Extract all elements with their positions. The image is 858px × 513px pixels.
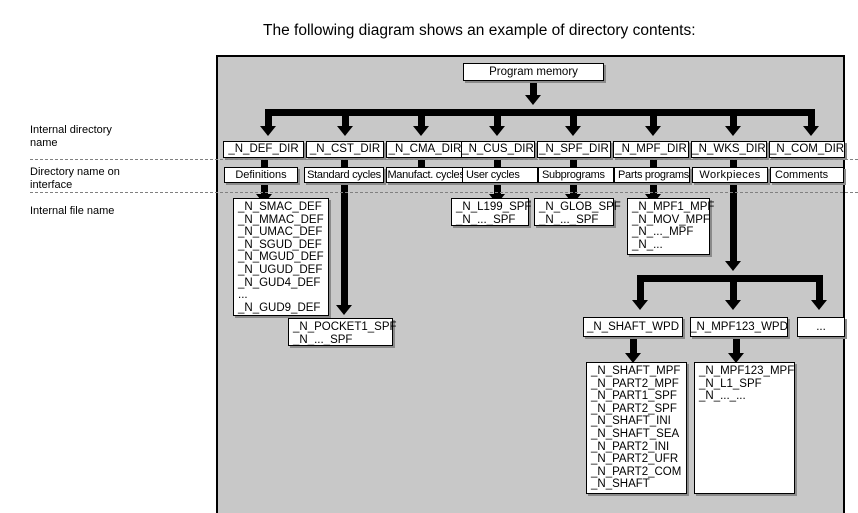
file-list-spf[interactable]: _N_GLOB_SPF _N_..._SPF xyxy=(534,198,621,226)
diagram-root: The following diagram shows an example o… xyxy=(0,0,858,513)
dir-arrowhead-1 xyxy=(337,126,353,136)
wks-arrowhead xyxy=(725,261,741,271)
cst-arrowhead xyxy=(336,305,352,315)
page-title: The following diagram shows an example o… xyxy=(263,22,696,39)
annotation-directory-name-on-interface: Directory name on interface xyxy=(30,166,120,191)
workpiece-box-2[interactable]: ... xyxy=(797,317,845,337)
wpd-arrowhead-1 xyxy=(725,300,741,310)
dir-arrowhead-0 xyxy=(260,126,276,136)
annotation-internal-file-name: Internal file name xyxy=(30,205,115,217)
rule-interface-vs-files xyxy=(30,192,858,193)
dir-internal-name-3[interactable]: _N_CUS_DIR xyxy=(461,141,535,158)
dir-arrowhead-6 xyxy=(725,126,741,136)
dir-arrowhead-4 xyxy=(565,126,581,136)
file-list-def[interactable]: _N_SMAC_DEF _N_MMAC_DEF _N_UMAC_DEF _N_S… xyxy=(233,198,329,316)
wpd-arrowhead-0 xyxy=(632,300,648,310)
rule-internal-vs-interface xyxy=(30,159,858,160)
workpiece-box-1[interactable]: _N_MPF123_WPD xyxy=(690,317,788,337)
dir-arrowhead-3 xyxy=(489,126,505,136)
root-connector-arrowhead xyxy=(525,95,541,105)
dir-interface-name-4[interactable]: Subprograms xyxy=(538,167,614,183)
wks-stem xyxy=(730,183,737,263)
dir-internal-name-7[interactable]: _N_COM_DIR xyxy=(769,141,845,158)
wpd-arrowhead-2 xyxy=(811,300,827,310)
dir-interface-name-3[interactable]: User cycles xyxy=(462,167,538,183)
dir-internal-name-5[interactable]: _N_MPF_DIR xyxy=(613,141,689,158)
dir-interface-name-2[interactable]: Manufact. cycles xyxy=(386,167,466,183)
cst-stem xyxy=(341,183,348,307)
wpd-stem-2 xyxy=(816,275,823,302)
dir-internal-name-2[interactable]: _N_CMA_DIR xyxy=(386,141,464,158)
dir-internal-name-6[interactable]: _N_WKS_DIR xyxy=(691,141,767,158)
dir-interface-name-0[interactable]: Definitions xyxy=(224,167,298,183)
dir-internal-name-4[interactable]: _N_SPF_DIR xyxy=(537,141,611,158)
dir-interface-name-6[interactable]: Workpieces xyxy=(692,167,768,183)
dir-arrowhead-7 xyxy=(803,126,819,136)
dir-interface-name-7[interactable]: Comments xyxy=(770,167,844,183)
file-list-mpf[interactable]: _N_MPF1_MPF _N_MOV_MPF _N_..._MPF _N_... xyxy=(627,198,714,255)
wpd-stem-1 xyxy=(730,275,737,302)
annotation-internal-directory-name: Internal directory name xyxy=(30,124,112,149)
file-list-cst[interactable]: _N_POCKET1_SPF _N_..._SPF xyxy=(288,318,397,346)
workpiece-box-0[interactable]: _N_SHAFT_WPD xyxy=(583,317,683,337)
dir-interface-name-5[interactable]: Parts programs xyxy=(614,167,690,183)
dir-internal-name-0[interactable]: _N_DEF_DIR xyxy=(223,141,304,158)
root-box[interactable]: Program memory xyxy=(463,63,604,81)
file-list-shaft-wpd[interactable]: _N_SHAFT_MPF _N_PART2_MPF _N_PART1_SPF _… xyxy=(586,362,687,494)
dir-arrowhead-5 xyxy=(645,126,661,136)
file-list-cus[interactable]: _N_L199_SPF _N_..._SPF xyxy=(451,198,531,226)
wpd-stem-0 xyxy=(637,275,644,302)
file-list-mpf123-wpd[interactable]: _N_MPF123_MPF _N_L1_SPF _N_..._... xyxy=(694,362,795,494)
dir-arrowhead-2 xyxy=(413,126,429,136)
dir-interface-name-1[interactable]: Standard cycles xyxy=(304,167,384,183)
dir-internal-name-1[interactable]: _N_CST_DIR xyxy=(306,141,384,158)
